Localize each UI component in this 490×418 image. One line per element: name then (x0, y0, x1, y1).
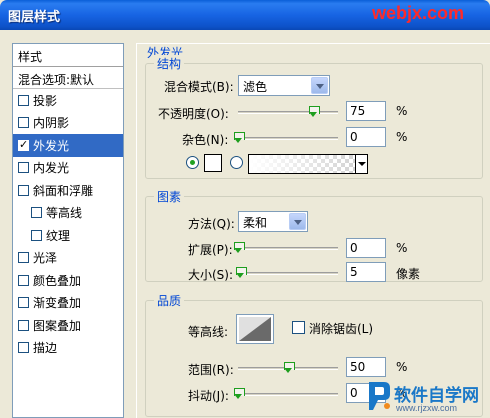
glow-color-swatch[interactable] (204, 154, 222, 172)
gradient-radio[interactable] (230, 156, 243, 169)
jitter-label: 抖动(J): (188, 389, 229, 403)
style-item[interactable]: 渐变叠加 (13, 292, 123, 315)
structure-title: 结构 (154, 55, 185, 72)
style-checkbox[interactable] (18, 138, 29, 151)
jitter-slider[interactable] (234, 388, 338, 401)
range-slider[interactable] (238, 362, 338, 375)
style-item-label: 投影 (33, 93, 58, 108)
contour-picker[interactable] (236, 314, 274, 344)
style-item[interactable]: 颜色叠加 (13, 269, 123, 292)
outer-glow-panel: 外发光 结构 混合模式(B): 滤色 不透明度(O): 75 % 杂色(N): … (136, 43, 490, 418)
blend-options-item[interactable]: 混合选项:默认 (13, 67, 123, 89)
chevron-down-icon (311, 77, 328, 94)
spread-label: 扩展(P): (188, 243, 233, 257)
antialias-checkbox[interactable] (292, 321, 305, 334)
style-item-label: 内发光 (33, 161, 70, 176)
style-checkbox[interactable] (18, 274, 29, 286)
spread-slider[interactable] (234, 242, 338, 255)
style-item[interactable]: 斜面和浮雕 (13, 179, 123, 202)
style-item-label: 颜色叠加 (33, 273, 82, 288)
style-item-label: 等高线 (46, 206, 83, 221)
style-checkbox[interactable] (31, 229, 42, 241)
contour-linear-icon (239, 317, 271, 341)
style-item[interactable]: 纹理 (13, 224, 123, 247)
opacity-slider-thumb[interactable] (309, 106, 320, 118)
style-checkbox[interactable] (18, 297, 29, 309)
jitter-slider-thumb[interactable] (234, 388, 245, 400)
style-item-label: 纹理 (46, 228, 71, 243)
contour-label: 等高线: (188, 325, 229, 339)
size-unit: 像素 (396, 267, 421, 281)
noise-slider-thumb[interactable] (234, 132, 245, 144)
blend-mode-select[interactable]: 滤色 (238, 75, 330, 96)
style-item[interactable]: 光泽 (13, 247, 123, 270)
blend-mode-value: 滤色 (243, 80, 268, 94)
opacity-input[interactable]: 75 (346, 101, 386, 121)
range-slider-thumb[interactable] (284, 362, 295, 374)
elements-title: 图素 (154, 188, 185, 205)
elements-group: 图素 方法(Q): 柔和 扩展(P): 0 % 大小(S): 5 像素 (145, 188, 483, 282)
style-checkbox[interactable] (18, 184, 29, 196)
style-item-label: 内阴影 (33, 116, 70, 131)
noise-unit: % (396, 130, 408, 144)
spread-input[interactable]: 0 (346, 238, 386, 258)
chevron-down-icon (355, 155, 367, 173)
range-label: 范围(R): (188, 363, 234, 377)
technique-value: 柔和 (243, 216, 268, 230)
size-label: 大小(S): (188, 268, 234, 282)
technique-label: 方法(Q): (188, 217, 235, 231)
technique-select[interactable]: 柔和 (238, 211, 308, 232)
blend-mode-label: 混合模式(B): (164, 80, 234, 94)
style-item[interactable]: 外发光 (13, 134, 123, 157)
style-items: 投影内阴影外发光内发光斜面和浮雕等高线纹理光泽颜色叠加渐变叠加图案叠加描边 (13, 89, 123, 359)
style-item[interactable]: 投影 (13, 89, 123, 112)
style-item[interactable]: 内阴影 (13, 112, 123, 135)
style-item-label: 描边 (33, 341, 58, 356)
noise-slider[interactable] (234, 132, 338, 145)
style-item-label: 斜面和浮雕 (33, 183, 94, 198)
style-checkbox[interactable] (18, 319, 29, 331)
opacity-label: 不透明度(O): (158, 107, 229, 121)
style-checkbox[interactable] (31, 207, 42, 219)
noise-input[interactable]: 0 (346, 127, 386, 147)
size-slider[interactable] (236, 267, 338, 280)
chevron-down-icon (289, 213, 306, 230)
opacity-unit: % (396, 104, 408, 118)
size-input[interactable]: 5 (346, 262, 386, 282)
range-input[interactable]: 50 (346, 357, 386, 377)
style-list-header[interactable]: 样式 (13, 44, 123, 67)
site-logo: 软件自学网 www.rjzxw.com (366, 380, 490, 418)
style-item[interactable]: 图案叠加 (13, 314, 123, 337)
window-title: 图层样式 (8, 10, 61, 25)
style-checkbox[interactable] (18, 252, 29, 264)
style-item-label: 外发光 (33, 138, 70, 153)
style-item-label: 光泽 (33, 251, 58, 266)
style-checkbox[interactable] (18, 117, 29, 129)
title-bar[interactable]: 图层样式 webjx.com (0, 0, 490, 30)
gradient-picker[interactable] (248, 154, 368, 174)
style-checkbox[interactable] (18, 162, 29, 174)
watermark-text: webjx.com (372, 3, 465, 23)
logo-mark-icon (369, 382, 390, 410)
size-slider-thumb[interactable] (236, 267, 247, 279)
style-item[interactable]: 等高线 (13, 202, 123, 225)
solid-color-radio[interactable] (186, 156, 199, 169)
style-item-label: 渐变叠加 (33, 296, 82, 311)
style-checkbox[interactable] (18, 94, 29, 106)
style-list: 样式 混合选项:默认 投影内阴影外发光内发光斜面和浮雕等高线纹理光泽颜色叠加渐变… (12, 43, 124, 418)
noise-label: 杂色(N): (182, 133, 229, 147)
range-unit: % (396, 360, 408, 374)
dialog-client: 样式 混合选项:默认 投影内阴影外发光内发光斜面和浮雕等高线纹理光泽颜色叠加渐变… (0, 30, 490, 418)
structure-group: 结构 混合模式(B): 滤色 不透明度(O): 75 % 杂色(N): 0 % (145, 55, 483, 179)
style-item[interactable]: 内发光 (13, 157, 123, 180)
style-checkbox[interactable] (18, 342, 29, 354)
logo-url: www.rjzxw.com (396, 403, 458, 413)
style-item[interactable]: 描边 (13, 337, 123, 360)
style-item-label: 图案叠加 (33, 318, 82, 333)
quality-title: 品质 (154, 292, 185, 309)
opacity-slider[interactable] (238, 106, 338, 119)
spread-unit: % (396, 241, 408, 255)
antialias-label[interactable]: 消除锯齿(L) (309, 320, 373, 337)
spread-slider-thumb[interactable] (234, 242, 245, 254)
